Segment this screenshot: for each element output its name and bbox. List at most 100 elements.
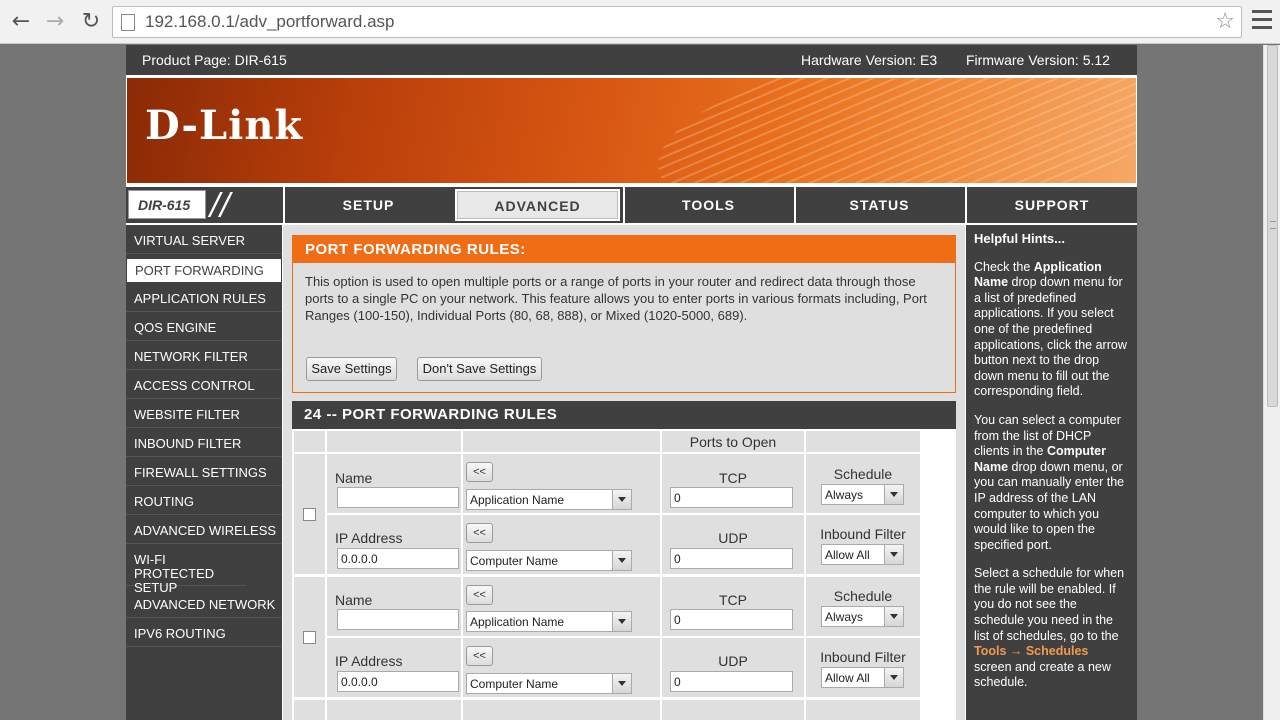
inbound-cell: Inbound Filter Allow All [806,638,920,697]
url-text[interactable]: 192.168.0.1/adv_portforward.asp [145,12,395,32]
hints-title: Helpful Hints... [974,231,1065,246]
rule-2-schedule-select[interactable]: Always [821,606,904,627]
tools-schedules-link[interactable]: Tools → Schedules [974,644,1088,658]
rule-1-tcp-input[interactable]: 0 [670,487,793,508]
rule-2-apply-app-button[interactable]: << [466,585,493,605]
rule-1-udp-input[interactable]: 0 [670,548,793,569]
sidebar-item-advanced-wireless[interactable]: ADVANCED WIRELESS [126,519,282,544]
tab-advanced[interactable]: ADVANCED [453,187,622,223]
hint-text: Check the [974,259,1034,274]
name-cell: Name [327,454,461,513]
sidebar-item-network-filter[interactable]: NETWORK FILTER [126,345,282,370]
header-cell [463,431,660,452]
main-tabs: DIR-615 // SETUP ADVANCED TOOLS STATUS S… [126,187,1137,223]
schedule-cell: Schedule Always [806,577,920,636]
app-cell [463,700,660,720]
rule-1-schedule-select[interactable]: Always [821,484,904,505]
header-cell [294,431,325,452]
sidebar-item-qos-engine[interactable]: QOS ENGINE [126,316,282,341]
name-label: Name [335,592,373,608]
rule-1-enable-checkbox[interactable] [303,508,316,521]
rule-2-apply-computer-button[interactable]: << [466,646,493,666]
page-scrollbar[interactable] [1263,45,1280,720]
rules-intro-description: This option is used to open multiple por… [305,274,927,323]
rule-2-computer-select[interactable]: Computer Name [466,673,632,694]
sidebar-item-ipv6-routing[interactable]: IPV6 ROUTING [126,622,282,647]
header-cell [327,431,461,452]
slashes-decoration: // [210,187,231,222]
sidebar-item-access-control[interactable]: ACCESS CONTROL [126,374,282,399]
sidebar-item-inbound-filter[interactable]: INBOUND FILTER [126,432,282,457]
sidebar-item-virtual-server[interactable]: VIRTUAL SERVER [126,229,282,254]
rule-1-inbound-select[interactable]: Allow All [821,544,904,565]
menu-icon[interactable] [1252,10,1272,32]
rule-2-name-input[interactable] [337,609,459,630]
sidebar-item-routing[interactable]: ROUTING [126,490,282,515]
sidebar-item-wifi-protected-setup[interactable]: WI-FI PROTECTED SETUP [126,548,246,595]
rule-1-apply-computer-button[interactable]: << [466,523,493,543]
main-content: PORT FORWARDING RULES: This option is us… [283,225,965,720]
rule-1-computer-select[interactable]: Computer Name [466,550,632,571]
rule-2-inbound-select[interactable]: Allow All [821,667,904,688]
sidebar-item-advanced-network[interactable]: ADVANCED NETWORK [126,593,282,618]
udp-cell: UDP 0 [662,515,804,574]
dont-save-settings-button[interactable]: Don't Save Settings [417,357,542,381]
rule-1-name-input[interactable] [337,487,459,508]
sidebar-item-port-forwarding[interactable]: PORT FORWARDING [126,258,282,283]
tcp-label: TCP [719,470,747,486]
rule-1-apply-app-button[interactable]: << [466,462,493,482]
bookmark-star-icon[interactable]: ☆ [1215,9,1235,34]
ip-label: IP Address [335,530,403,546]
hint-text: drop down menu for a list of predefined … [974,275,1127,399]
ports-to-open-header: Ports to Open [662,431,804,452]
rule-2-ip-input[interactable]: 0.0.0.0 [337,671,459,692]
chevron-down-icon [884,668,903,687]
sidebar-item-application-rules[interactable]: APPLICATION RULES [126,287,282,312]
tab-advanced-label: ADVANCED [457,191,618,219]
address-bar[interactable]: 192.168.0.1/adv_portforward.asp ☆ [112,6,1242,38]
reload-icon[interactable]: ↻ [78,8,104,36]
computer-cell: << Computer Name [463,515,660,574]
model-badge: DIR-615 [128,190,206,219]
udp-cell: UDP 0 [662,638,804,697]
ip-label: IP Address [335,653,403,669]
rule-2-udp-input[interactable]: 0 [670,671,793,692]
chevron-down-icon [884,485,903,504]
schedule-label: Schedule [833,588,893,604]
product-page-label: Product Page: DIR-615 [142,52,287,68]
tcp-cell [662,700,804,720]
forward-icon[interactable]: → [42,8,68,36]
sidebar-item-firewall-settings[interactable]: FIREWALL SETTINGS [126,461,282,486]
tab-setup[interactable]: SETUP [283,187,452,223]
schedule-cell [806,700,920,720]
app-cell: << Application Name [463,577,660,636]
rule-1-application-select[interactable]: Application Name [466,489,632,510]
select-value: Allow All [825,671,870,685]
rule-2-enable-checkbox[interactable] [303,631,316,644]
ip-cell: IP Address 0.0.0.0 [327,515,461,574]
dlink-logo: D-Link [145,102,304,149]
save-settings-button[interactable]: Save Settings [306,357,397,381]
select-value: Always [825,610,864,624]
select-value: Always [825,488,864,502]
inbound-filter-label: Inbound Filter [820,649,906,665]
rule-2-application-select[interactable]: Application Name [466,611,632,632]
sidebar-item-website-filter[interactable]: WEBSITE FILTER [126,403,282,428]
scrollbar-thumb[interactable] [1267,45,1278,407]
back-icon[interactable]: ← [8,8,34,36]
chevron-down-icon [612,551,631,570]
select-value: Application Name [470,615,565,629]
router-page: Product Page: DIR-615 Hardware Version: … [126,45,1137,720]
tab-tools[interactable]: TOOLS [623,187,792,223]
tab-support[interactable]: SUPPORT [965,187,1137,223]
hint-schedule: Select a schedule for when the rule will… [974,566,1129,691]
select-value: Computer Name [470,554,559,568]
tcp-label: TCP [719,592,747,608]
rule-1-ip-input[interactable]: 0.0.0.0 [337,548,459,569]
page-icon [121,14,135,31]
rule-2-tcp-input[interactable]: 0 [670,609,793,630]
tcp-cell: TCP 0 [662,577,804,636]
ip-cell: IP Address 0.0.0.0 [327,638,461,697]
browser-toolbar: ← → ↻ 192.168.0.1/adv_portforward.asp ☆ [0,0,1280,44]
tab-status[interactable]: STATUS [794,187,963,223]
